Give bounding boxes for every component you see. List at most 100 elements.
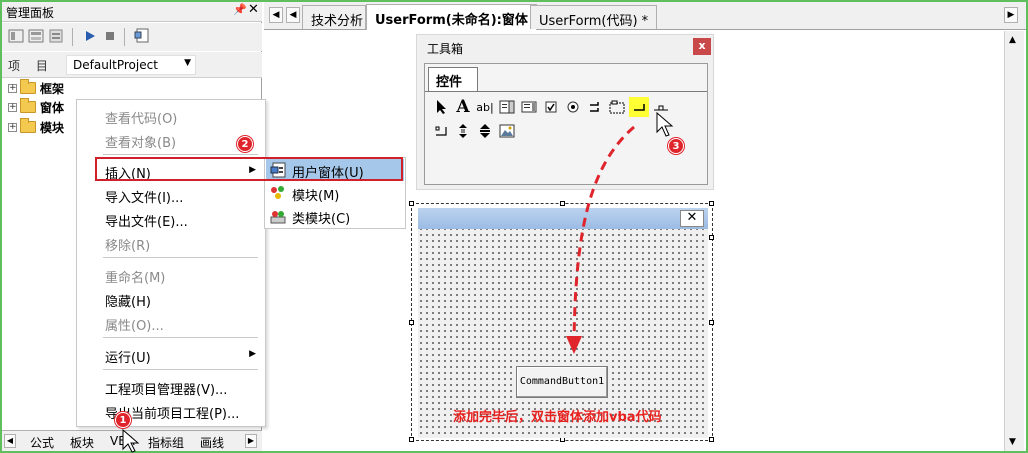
userform-window[interactable]: ✕: [418, 208, 708, 438]
tree-item-modules[interactable]: + 模块: [8, 118, 64, 136]
toggle-button-tool-icon[interactable]: [585, 97, 605, 117]
tab-technical-analysis[interactable]: 技术分析: [302, 5, 366, 29]
pointer-tool-icon[interactable]: [431, 97, 451, 117]
userform-close-button[interactable]: ✕: [680, 210, 704, 227]
tab-scroll-left-icon[interactable]: ◀: [269, 7, 283, 23]
menu-properties[interactable]: 属性(O)...: [78, 312, 264, 334]
menu-project-manager[interactable]: 工程项目管理器(V)...: [78, 376, 264, 398]
toolbox-window: 工具箱 x 控件 A ab|: [416, 34, 714, 190]
panel-title: 管理面板: [6, 6, 55, 20]
frame-tool-icon[interactable]: [607, 97, 627, 117]
pin-icon[interactable]: 📌: [233, 3, 247, 16]
spinbutton-tool-icon[interactable]: [475, 121, 495, 141]
toolbox-close-button[interactable]: x: [693, 38, 711, 55]
submenu-module[interactable]: 模块(M): [266, 182, 404, 204]
textbox-tool-icon[interactable]: ab|: [475, 97, 495, 117]
submenu-item-label: 类模块(C): [292, 212, 351, 227]
tree-item-forms[interactable]: + 窗体: [8, 98, 64, 116]
module-icon: [270, 185, 286, 201]
tab-userform-code[interactable]: UserForm(代码) *: [530, 5, 658, 29]
scrollbar-tool-icon[interactable]: [453, 121, 473, 141]
panel-bottom-tabs: ◀ 公式 板块 VBA 指标组 画线 ▶: [2, 430, 262, 451]
panel-toolbar: [2, 23, 262, 51]
tree-item-label: 窗体: [40, 100, 65, 115]
resize-handle[interactable]: [409, 201, 414, 206]
menu-separator: [103, 337, 258, 338]
menu-hide[interactable]: 隐藏(H): [78, 288, 264, 310]
command-button-tool-icon[interactable]: [629, 97, 649, 117]
label-tool-icon[interactable]: A: [453, 97, 473, 117]
project-value: DefaultProject: [73, 58, 158, 72]
expand-icon[interactable]: +: [8, 102, 17, 112]
tab-scroll-right-icon[interactable]: ▶: [1004, 7, 1018, 23]
class-module-icon: [270, 208, 286, 224]
insert-highlight-box: [95, 157, 403, 181]
project-select[interactable]: DefaultProject ▼: [66, 55, 196, 75]
menu-view-object[interactable]: 查看对象(B): [78, 129, 264, 151]
tab-scroll-right-icon[interactable]: ▶: [245, 434, 257, 448]
step-badge-2: 2: [237, 136, 253, 152]
tab-formula[interactable]: 公式: [30, 434, 54, 451]
menu-export-file[interactable]: 导出文件(E)...: [78, 208, 264, 230]
tab-indicator-group[interactable]: 指标组: [148, 434, 184, 451]
menu-separator: [103, 257, 258, 258]
instruction-hint: 添加完毕后，双击窗体添加vba代码: [453, 410, 662, 425]
tab-sector[interactable]: 板块: [70, 434, 94, 451]
resize-handle[interactable]: [409, 437, 414, 442]
toolbox-title: 工具箱: [427, 42, 464, 56]
checkbox-tool-icon[interactable]: [541, 97, 561, 117]
tab-vba[interactable]: VBA: [110, 434, 135, 448]
project-manager-icon[interactable]: [134, 28, 150, 44]
properties-icon[interactable]: [48, 28, 64, 44]
menu-import-file[interactable]: 导入文件(I)...: [78, 184, 264, 206]
folder-icon: [20, 118, 36, 133]
tab-scroll-left-icon[interactable]: ◀: [286, 7, 300, 23]
expand-icon[interactable]: +: [8, 122, 17, 132]
menu-rename[interactable]: 重命名(M): [78, 264, 264, 286]
tab-drawing[interactable]: 画线: [200, 434, 224, 451]
chevron-down-icon: ▼: [184, 58, 191, 68]
tree-item-framework[interactable]: + 框架: [8, 79, 64, 97]
listbox-tool-icon[interactable]: [519, 97, 539, 117]
tab-scroll-left-icon[interactable]: ◀: [4, 434, 16, 448]
resize-handle[interactable]: [709, 235, 714, 240]
menu-separator: [103, 154, 258, 155]
toolbox-page: 控件 A ab|: [424, 63, 708, 185]
resize-handle[interactable]: [560, 201, 565, 206]
menu-export-project[interactable]: 导出当前项目工程(P)...: [78, 400, 264, 422]
tree-item-label: 框架: [40, 81, 65, 96]
userform-titlebar[interactable]: ✕: [418, 208, 708, 229]
scroll-down-icon[interactable]: ▼: [1009, 437, 1016, 447]
combobox-tool-icon[interactable]: [497, 97, 517, 117]
tab-underline: [425, 91, 707, 92]
multipage-tool-icon[interactable]: [431, 121, 451, 141]
tab-controls[interactable]: 控件: [428, 67, 478, 91]
view-object-icon[interactable]: [28, 28, 44, 44]
panel-titlebar: 管理面板 📌 ✕: [2, 2, 262, 22]
vertical-scrollbar[interactable]: ▲ ▼: [1004, 31, 1024, 451]
step-badge-1: 1: [115, 412, 131, 428]
expand-icon[interactable]: +: [8, 83, 17, 93]
project-row: 项 目 DefaultProject ▼: [2, 52, 262, 78]
command-button-1[interactable]: CommandButton1: [516, 366, 608, 398]
menu-view-code[interactable]: 查看代码(O): [78, 105, 264, 127]
resize-handle[interactable]: [709, 201, 714, 206]
close-icon[interactable]: ✕: [248, 2, 259, 17]
resize-handle[interactable]: [409, 320, 414, 325]
option-button-tool-icon[interactable]: [563, 97, 583, 117]
scroll-up-icon[interactable]: ▲: [1009, 35, 1016, 45]
menu-run[interactable]: 运行(U) ▶: [78, 344, 264, 366]
resize-handle[interactable]: [709, 320, 714, 325]
resize-handle[interactable]: [709, 437, 714, 442]
run-icon[interactable]: [82, 28, 98, 44]
tab-userform-designer[interactable]: UserForm(未命名):窗体: [366, 4, 537, 30]
view-list-icon[interactable]: [8, 28, 24, 44]
menu-remove[interactable]: 移除(R): [78, 232, 264, 254]
submenu-arrow-icon: ▶: [249, 349, 256, 359]
tabstrip-tool-icon[interactable]: [651, 97, 671, 117]
stop-icon[interactable]: [102, 28, 118, 44]
folder-icon: [20, 98, 36, 113]
project-label: 项 目: [8, 59, 54, 73]
submenu-class-module[interactable]: 类模块(C): [266, 205, 404, 227]
image-tool-icon[interactable]: [497, 121, 517, 141]
